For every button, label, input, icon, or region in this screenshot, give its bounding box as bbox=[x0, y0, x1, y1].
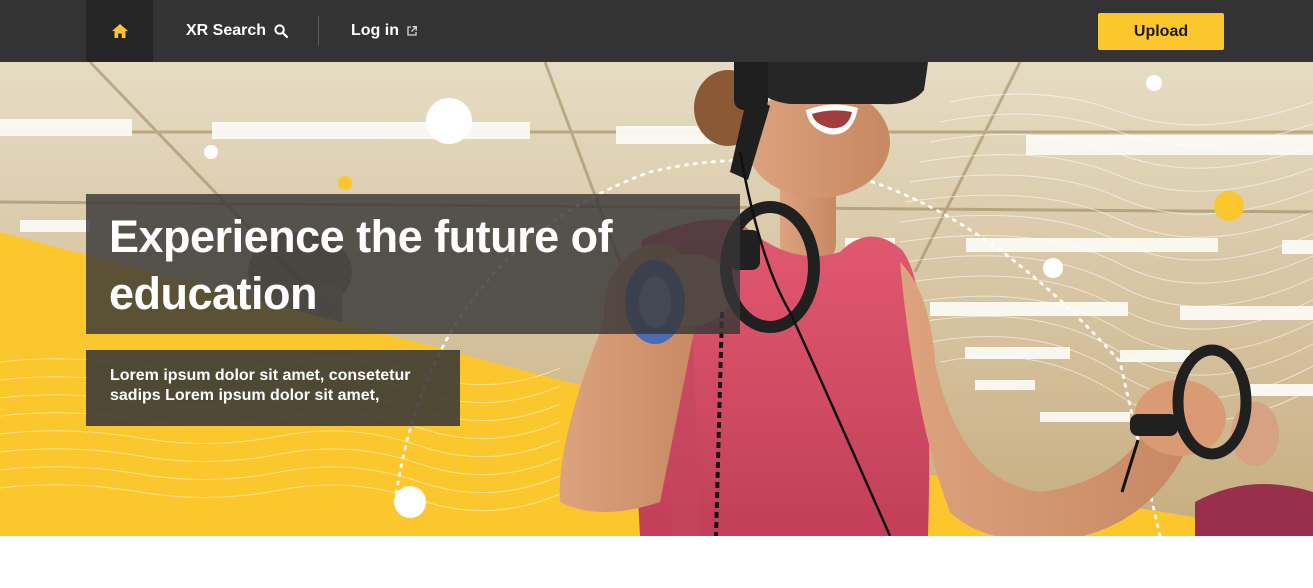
login-label: Log in bbox=[351, 22, 399, 39]
xr-search-link[interactable]: XR Search bbox=[186, 0, 289, 62]
hero-subtitle: Lorem ipsum dolor sit amet, consetetur s… bbox=[110, 367, 411, 404]
external-link-icon bbox=[407, 26, 417, 36]
search-icon bbox=[274, 24, 289, 38]
home-icon bbox=[111, 24, 128, 38]
nav-divider bbox=[318, 16, 319, 46]
upload-button[interactable]: Upload bbox=[1098, 13, 1224, 50]
xr-search-label: XR Search bbox=[186, 22, 267, 39]
login-link[interactable]: Log in bbox=[351, 0, 417, 62]
subtitle-overlay: Lorem ipsum dolor sit amet, consetetur s… bbox=[86, 350, 460, 426]
top-navigation-bar: XR Search Log in Upload bbox=[0, 0, 1313, 62]
home-button[interactable] bbox=[86, 0, 153, 62]
headline-overlay: Experience the future of education bbox=[86, 194, 740, 334]
hero-banner: Experience the future of education Lorem… bbox=[0, 62, 1313, 536]
hero-headline: Experience the future of education bbox=[109, 211, 613, 319]
